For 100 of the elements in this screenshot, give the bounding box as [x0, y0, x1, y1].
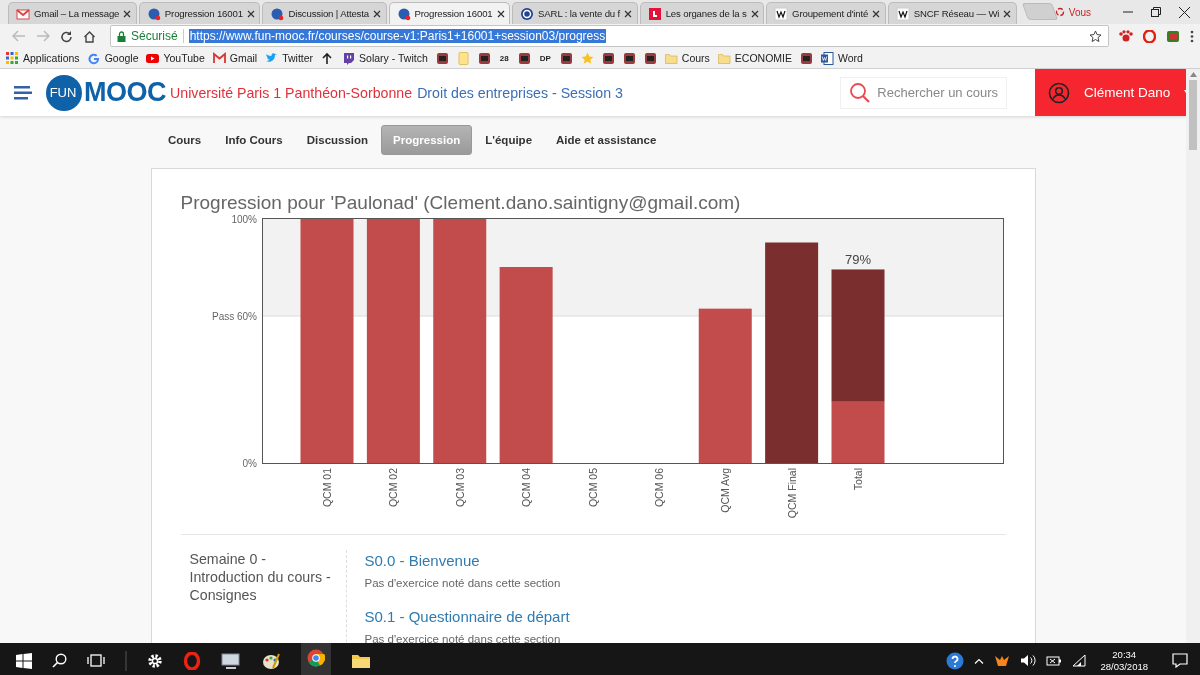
- nav-tab[interactable]: L'équipe: [474, 125, 544, 154]
- mail-icon: [212, 51, 226, 65]
- search-placeholder: Rechercher un cours: [877, 85, 998, 100]
- axis-label: QCM 03: [453, 468, 466, 508]
- site-favicon: [774, 6, 789, 21]
- close-icon[interactable]: [123, 9, 132, 18]
- search-field[interactable]: Rechercher un cours: [840, 76, 1007, 109]
- close-icon[interactable]: [872, 9, 881, 18]
- clock-date: 28/03/2018: [1100, 660, 1148, 673]
- scroll-up-icon: [1189, 72, 1197, 77]
- bookmark-icon[interactable]: [800, 51, 813, 65]
- palette-icon[interactable]: [261, 651, 281, 670]
- browser-tab[interactable]: SARL : la vente du f: [512, 2, 638, 24]
- bookmark-icon[interactable]: [435, 51, 449, 65]
- bookmark-link[interactable]: 28: [498, 52, 510, 64]
- browser-tab[interactable]: Gmail – La message: [8, 2, 137, 24]
- section-link[interactable]: S0.1 - Questionnaire de départ: [364, 608, 570, 625]
- browser-tab[interactable]: SNCF Réseau — Wi: [887, 2, 1017, 24]
- extension-icon[interactable]: [1166, 29, 1180, 43]
- help-icon[interactable]: [946, 651, 965, 670]
- axis-label: QCM 01: [320, 468, 333, 508]
- axis-label: 0%: [242, 458, 257, 469]
- profile-button[interactable]: Vous: [1054, 6, 1092, 18]
- bookmark-link[interactable]: Word: [821, 51, 863, 65]
- axis-label: QCM 04: [519, 468, 532, 508]
- site-favicon: [647, 6, 662, 21]
- bookmark-link[interactable]: Google: [87, 51, 139, 65]
- bookmark-link[interactable]: DP: [538, 52, 552, 64]
- bookmark-icon[interactable]: [601, 51, 615, 65]
- browser-tab[interactable]: Les organes de la s: [639, 2, 765, 24]
- bookmark-link[interactable]: Applications: [6, 51, 80, 65]
- notification-icon[interactable]: [1172, 653, 1188, 668]
- axis-label: 100%: [230, 215, 257, 225]
- browser-tab[interactable]: Discussion | Attesta: [262, 2, 387, 24]
- address-bar[interactable]: Sécurisé https://www.fun-mooc.fr/courses/course-v1:Paris1+16001+session03/progress: [110, 25, 1109, 47]
- star-icon[interactable]: [1089, 29, 1102, 43]
- nav-tab[interactable]: Discussion: [295, 125, 380, 154]
- logo-text[interactable]: FUN: [46, 74, 82, 111]
- windows-icon[interactable]: [16, 652, 32, 669]
- user-menu-button[interactable]: Clément Dano: [1035, 69, 1186, 116]
- bookmark-icon[interactable]: [559, 51, 573, 65]
- lock-icon: [117, 30, 126, 42]
- scroll-thumb[interactable]: [1189, 80, 1197, 150]
- axis-label: Pass 60%: [211, 311, 257, 322]
- axis-label: QCM Final: [785, 468, 798, 519]
- monitor-icon[interactable]: [221, 651, 241, 670]
- nav-tab[interactable]: Info Cours: [214, 125, 294, 154]
- menu-icon[interactable]: [14, 85, 32, 100]
- bird-icon: [265, 51, 279, 65]
- axis-label: QCM Avg: [718, 468, 731, 513]
- menu-icon[interactable]: [1190, 29, 1194, 43]
- folder-icon[interactable]: [351, 652, 371, 669]
- restore-icon[interactable]: [1151, 7, 1162, 17]
- bookmark-link[interactable]: YouTube: [146, 51, 205, 65]
- speaker-icon[interactable]: [1020, 654, 1037, 667]
- close-icon[interactable]: [624, 9, 633, 18]
- bookmark-link[interactable]: Gmail: [212, 51, 258, 65]
- bookmark-icon[interactable]: [517, 51, 531, 65]
- paw-icon[interactable]: [1119, 30, 1133, 42]
- task-view-icon[interactable]: [87, 654, 105, 667]
- logo-text[interactable]: MOOC: [84, 77, 166, 108]
- bookmark-link[interactable]: Solary - Twitch: [342, 51, 428, 65]
- bookmark-icon[interactable]: [622, 51, 636, 65]
- bookmark-link[interactable]: Twitter: [265, 51, 314, 65]
- close-icon[interactable]: [372, 9, 381, 18]
- battery-icon[interactable]: [1046, 654, 1063, 667]
- browser-tab[interactable]: Progression 16001: [138, 2, 261, 24]
- reload-icon[interactable]: [60, 29, 73, 43]
- bookmark-icon[interactable]: [477, 51, 491, 65]
- bookmark-link[interactable]: ECONOMIE: [717, 51, 792, 65]
- wifi-icon[interactable]: [1072, 654, 1087, 667]
- browser-tab[interactable]: Groupement d'inté: [766, 2, 886, 24]
- star-icon[interactable]: [580, 51, 594, 65]
- chrome-icon[interactable]: [307, 649, 325, 667]
- site-favicon: [146, 6, 161, 21]
- course-title: Droit des entreprises - Session 3: [417, 84, 623, 101]
- play-icon: [146, 51, 160, 65]
- chat-icon: [342, 51, 356, 65]
- close-icon[interactable]: [246, 9, 255, 18]
- close-icon[interactable]: [1179, 6, 1191, 18]
- close-icon[interactable]: [1003, 9, 1012, 18]
- section-note: Pas d'exercice noté dans cette section: [364, 577, 561, 589]
- chevron-up-icon[interactable]: [974, 657, 985, 664]
- nav-tab[interactable]: Aide et assistance: [545, 125, 668, 154]
- bookmark-icon[interactable]: [643, 51, 657, 65]
- nav-tab[interactable]: Cours: [157, 125, 213, 154]
- home-icon[interactable]: [83, 29, 96, 43]
- url-text: https://www.fun-mooc.fr/courses/course-v1:Paris1+16001+session03/progress: [188, 29, 607, 43]
- search-icon[interactable]: [52, 653, 67, 668]
- close-icon[interactable]: [750, 9, 759, 18]
- section-link[interactable]: S0.0 - Bienvenue: [364, 552, 480, 569]
- bookmark-link[interactable]: Cours: [664, 51, 710, 65]
- gear-icon[interactable]: [147, 652, 163, 669]
- scrollbar[interactable]: [1186, 69, 1200, 643]
- close-icon[interactable]: [496, 9, 505, 18]
- axis-label: Total: [851, 468, 864, 491]
- clock[interactable]: 20:34 28/03/2018: [1100, 648, 1148, 673]
- opera-icon[interactable]: [1143, 29, 1156, 43]
- opera-icon[interactable]: [183, 651, 201, 670]
- browser-tab[interactable]: Progression 16001: [388, 2, 511, 24]
